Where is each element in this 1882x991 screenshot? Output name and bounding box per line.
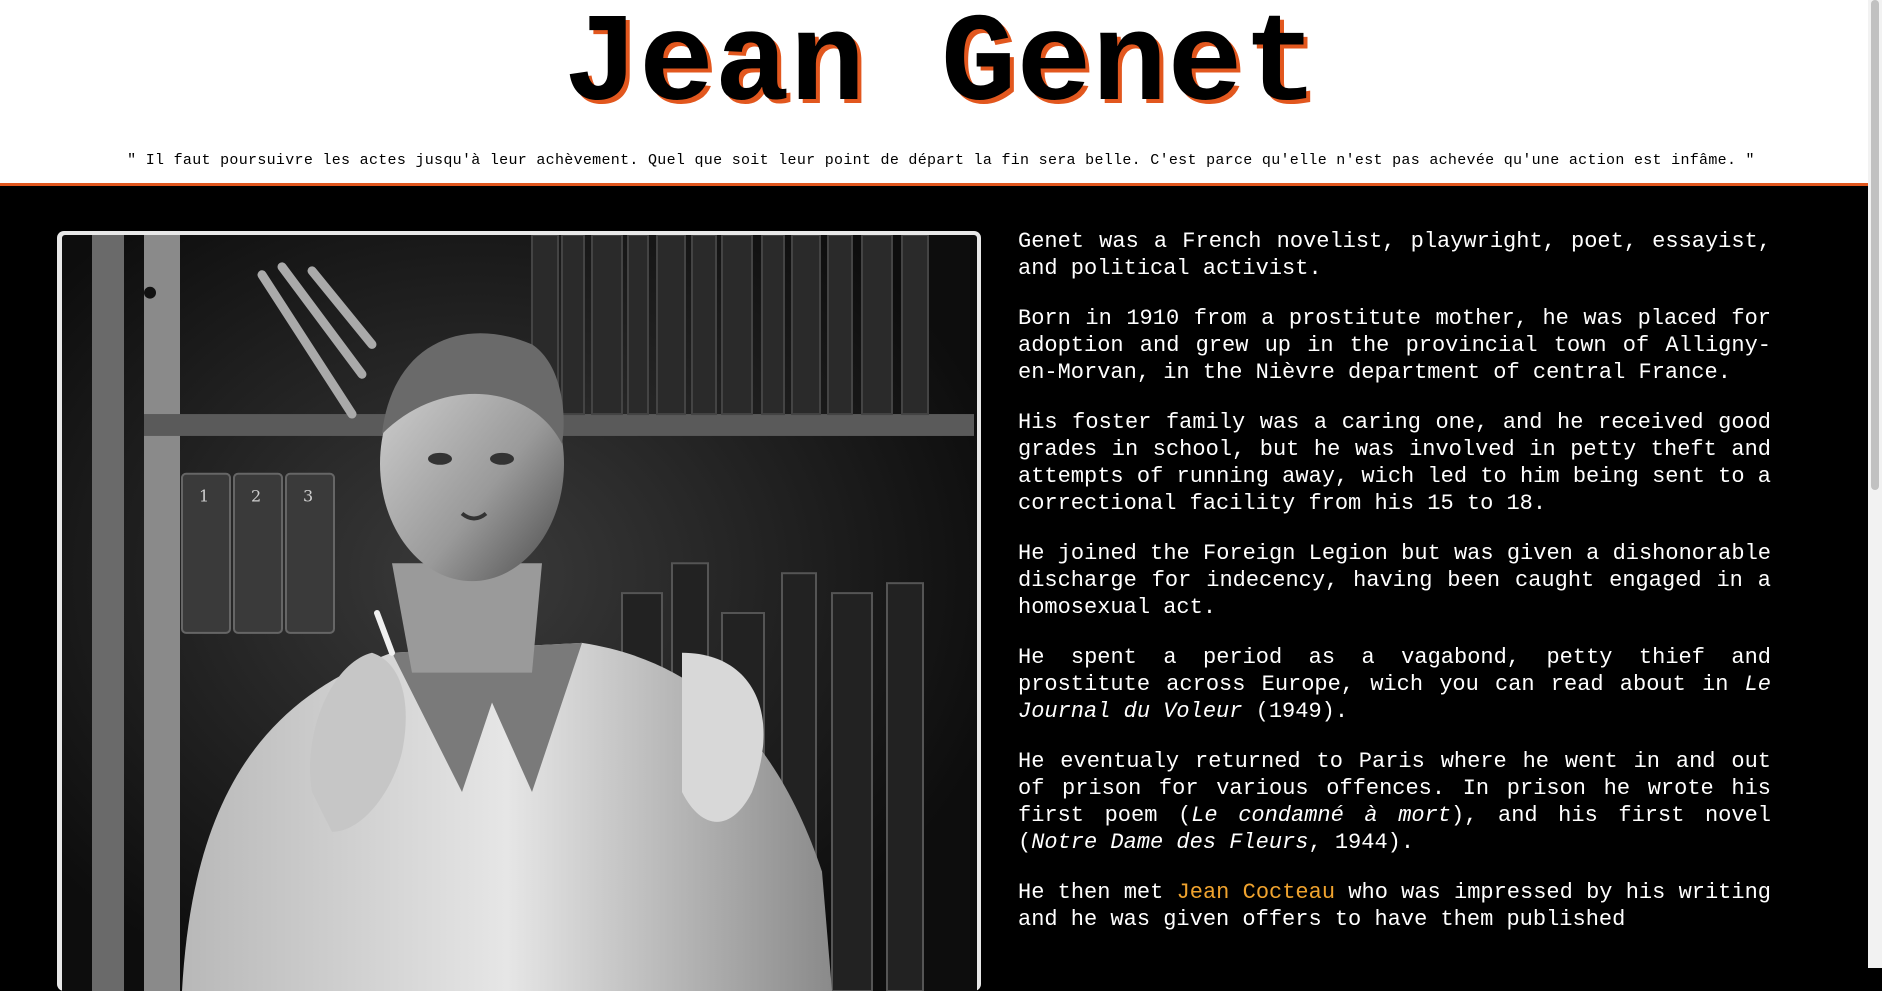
bio-text: (1949). [1242, 699, 1349, 724]
svg-text:1: 1 [199, 487, 209, 506]
novel-title: Notre Dame des Fleurs [1031, 830, 1309, 855]
page-header: Jean Genet " Il faut poursuivre les acte… [0, 0, 1882, 186]
bio-paragraph: Born in 1910 from a prostitute mother, h… [1018, 306, 1771, 385]
page-title: Jean Genet [563, 0, 1319, 137]
portrait-photo-frame: 1 2 3 [57, 231, 981, 991]
bio-paragraph: His foster family was a caring one, and … [1018, 410, 1771, 516]
bio-paragraph: He spent a period as a vagabond, petty t… [1018, 644, 1771, 725]
header-quote: " Il faut poursuivre les actes jusqu'à l… [127, 152, 1755, 169]
biography: Genet was a French novelist, playwright,… [1018, 228, 1771, 956]
bio-text: He spent a period as a vagabond, petty t… [1018, 645, 1771, 697]
page-scrollbar[interactable] [1868, 0, 1882, 968]
poem-title: Le condamné à mort [1191, 803, 1451, 828]
bio-text: , 1944). [1308, 830, 1415, 855]
bio-paragraph: He then met Jean Cocteau who was impress… [1018, 879, 1771, 933]
portrait-photo: 1 2 3 [62, 235, 977, 991]
svg-text:2: 2 [251, 487, 261, 506]
jean-cocteau-link[interactable]: Jean Cocteau [1177, 880, 1335, 905]
svg-text:3: 3 [303, 487, 313, 506]
bio-text: He then met [1018, 880, 1177, 905]
bio-paragraph: He eventualy returned to Paris where he … [1018, 748, 1771, 856]
bio-paragraph: He joined the Foreign Legion but was giv… [1018, 541, 1771, 620]
scrollbar-thumb[interactable] [1871, 0, 1879, 490]
bio-paragraph: Genet was a French novelist, playwright,… [1018, 229, 1771, 281]
